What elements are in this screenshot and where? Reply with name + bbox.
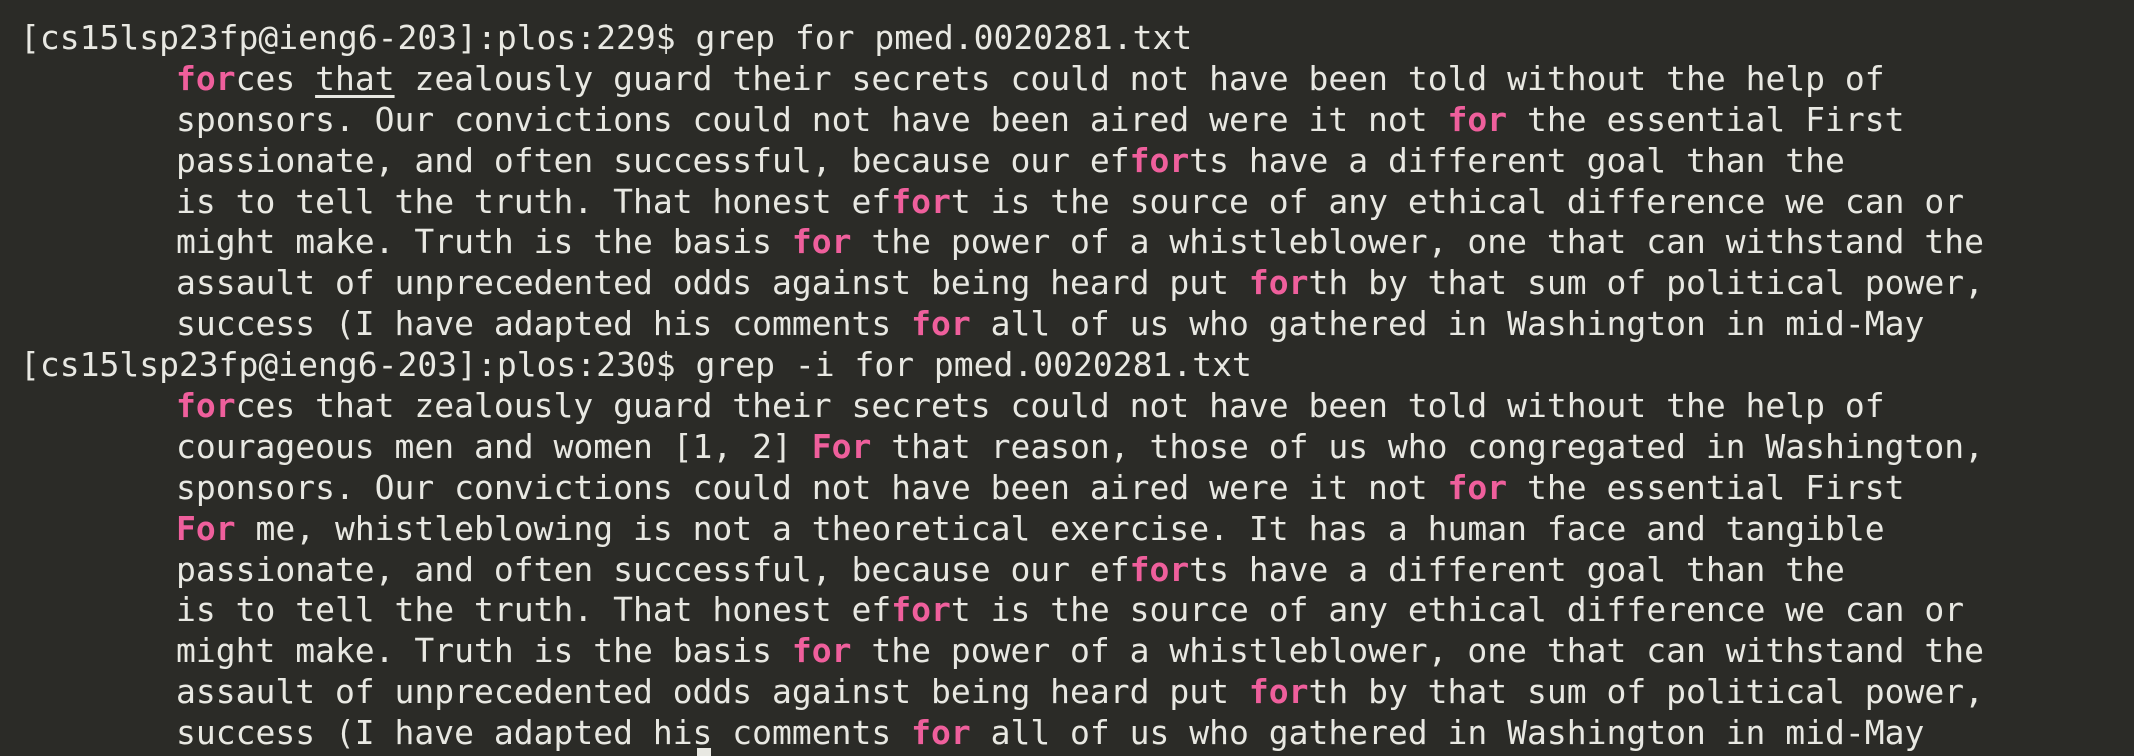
output-text: the power of a whistleblower, one that c… <box>851 222 1984 262</box>
output-text: sponsors. Our convictions could not have… <box>176 99 1448 139</box>
output-line: passionate, and often successful, becaus… <box>20 141 2134 182</box>
output-line: sponsors. Our convictions could not have… <box>20 100 2134 141</box>
match-highlight: for <box>1248 672 1309 712</box>
output-line: success (I have adapted his comments for… <box>20 713 2134 754</box>
output-line: sponsors. Our convictions could not have… <box>20 468 2134 509</box>
output-text: ts have a different goal than the <box>1189 140 1845 180</box>
output-text: that reason, those of us who congregated… <box>871 426 1984 466</box>
match-highlight: for <box>911 304 971 344</box>
underlined-text: that <box>315 58 395 98</box>
match-highlight: for <box>891 590 951 630</box>
output-text: sponsors. Our convictions could not have… <box>176 467 1448 507</box>
output-line: is to tell the truth. That honest effort… <box>20 590 2134 631</box>
output-text: might make. Truth is the basis <box>176 222 792 262</box>
output-line: forces that zealously guard their secret… <box>20 386 2134 427</box>
output-text: zealously guard their secrets could not … <box>394 58 1885 98</box>
output-line: passionate, and often successful, becaus… <box>20 550 2134 591</box>
output-line: For me, whistleblowing is not a theoreti… <box>20 509 2134 550</box>
output-text: me, whistleblowing is not a theoretical … <box>235 508 1885 548</box>
output-text: passionate, and often successful, becaus… <box>176 549 1130 589</box>
match-highlight: for <box>1129 549 1190 589</box>
output-line: assault of unprecedented odds against be… <box>20 672 2134 713</box>
output-line: courageous men and women [1, 2] For that… <box>20 427 2134 468</box>
output-text: passionate, and often successful, becaus… <box>176 140 1130 180</box>
match-highlight: for <box>1447 467 1508 507</box>
output-line: is to tell the truth. That honest effort… <box>20 182 2134 223</box>
match-highlight: for <box>791 631 852 671</box>
output-line: success (I have adapted his comments for… <box>20 304 2134 345</box>
match-highlight: for <box>1447 99 1508 139</box>
output-text: the essential First <box>1507 467 1905 507</box>
shell-prompt: [cs15lsp23fp@ieng6-203]:plos:229$ <box>20 18 696 57</box>
match-highlight: For <box>176 508 236 548</box>
output-text: ces that zealously guard their secrets c… <box>235 386 1885 426</box>
match-highlight: for <box>1248 263 1309 303</box>
terminal-window[interactable]: [cs15lsp23fp@ieng6-203]:plos:229$ grep f… <box>0 0 2134 756</box>
output-text: t is the source of any ethical differenc… <box>950 181 1965 221</box>
command-text: grep for pmed.0020281.txt <box>695 18 1193 57</box>
command-line: [cs15lsp23fp@ieng6-203]:plos:229$ grep f… <box>20 18 2134 59</box>
output-text: t is the source of any ethical differenc… <box>950 590 1965 630</box>
output-text: might make. Truth is the basis <box>176 631 792 671</box>
match-highlight: for <box>176 58 236 98</box>
output-text: courageous men and women [1, 2] <box>176 426 812 466</box>
output-text: ces <box>235 58 316 98</box>
output-text: success (I have adapted his comments <box>176 713 912 753</box>
output-text: th by that sum of political power, <box>1308 672 1984 712</box>
output-text: all of us who gathered in Washington in … <box>970 304 1925 344</box>
output-line: forces that zealously guard their secret… <box>20 59 2134 100</box>
output-text: th by that sum of political power, <box>1308 263 1984 303</box>
command-line: [cs15lsp23fp@ieng6-203]:plos:230$ grep -… <box>20 345 2134 386</box>
output-line: might make. Truth is the basis for the p… <box>20 631 2134 672</box>
output-text: all of us who gathered in Washington in … <box>970 713 1925 753</box>
shell-prompt: [cs15lsp23fp@ieng6-203]:plos:230$ <box>20 345 696 385</box>
match-highlight: for <box>1129 140 1190 180</box>
match-highlight: for <box>791 222 852 262</box>
output-text: is to tell the truth. That honest ef <box>176 181 892 221</box>
output-text: assault of unprecedented odds against be… <box>176 672 1249 712</box>
output-text: assault of unprecedented odds against be… <box>176 263 1249 303</box>
match-highlight: for <box>176 386 236 426</box>
match-highlight: For <box>811 426 872 466</box>
command-text: grep -i for pmed.0020281.txt <box>695 345 1252 385</box>
output-line: might make. Truth is the basis for the p… <box>20 222 2134 263</box>
output-text: the essential First <box>1507 99 1905 139</box>
output-text: the power of a whistleblower, one that c… <box>851 631 1984 671</box>
output-text: is to tell the truth. That honest ef <box>176 590 892 630</box>
output-line: assault of unprecedented odds against be… <box>20 263 2134 304</box>
output-text: success (I have adapted his comments <box>176 304 912 344</box>
output-text: ts have a different goal than the <box>1189 549 1845 589</box>
text-cursor <box>697 748 711 756</box>
match-highlight: for <box>891 181 951 221</box>
match-highlight: for <box>911 713 971 753</box>
